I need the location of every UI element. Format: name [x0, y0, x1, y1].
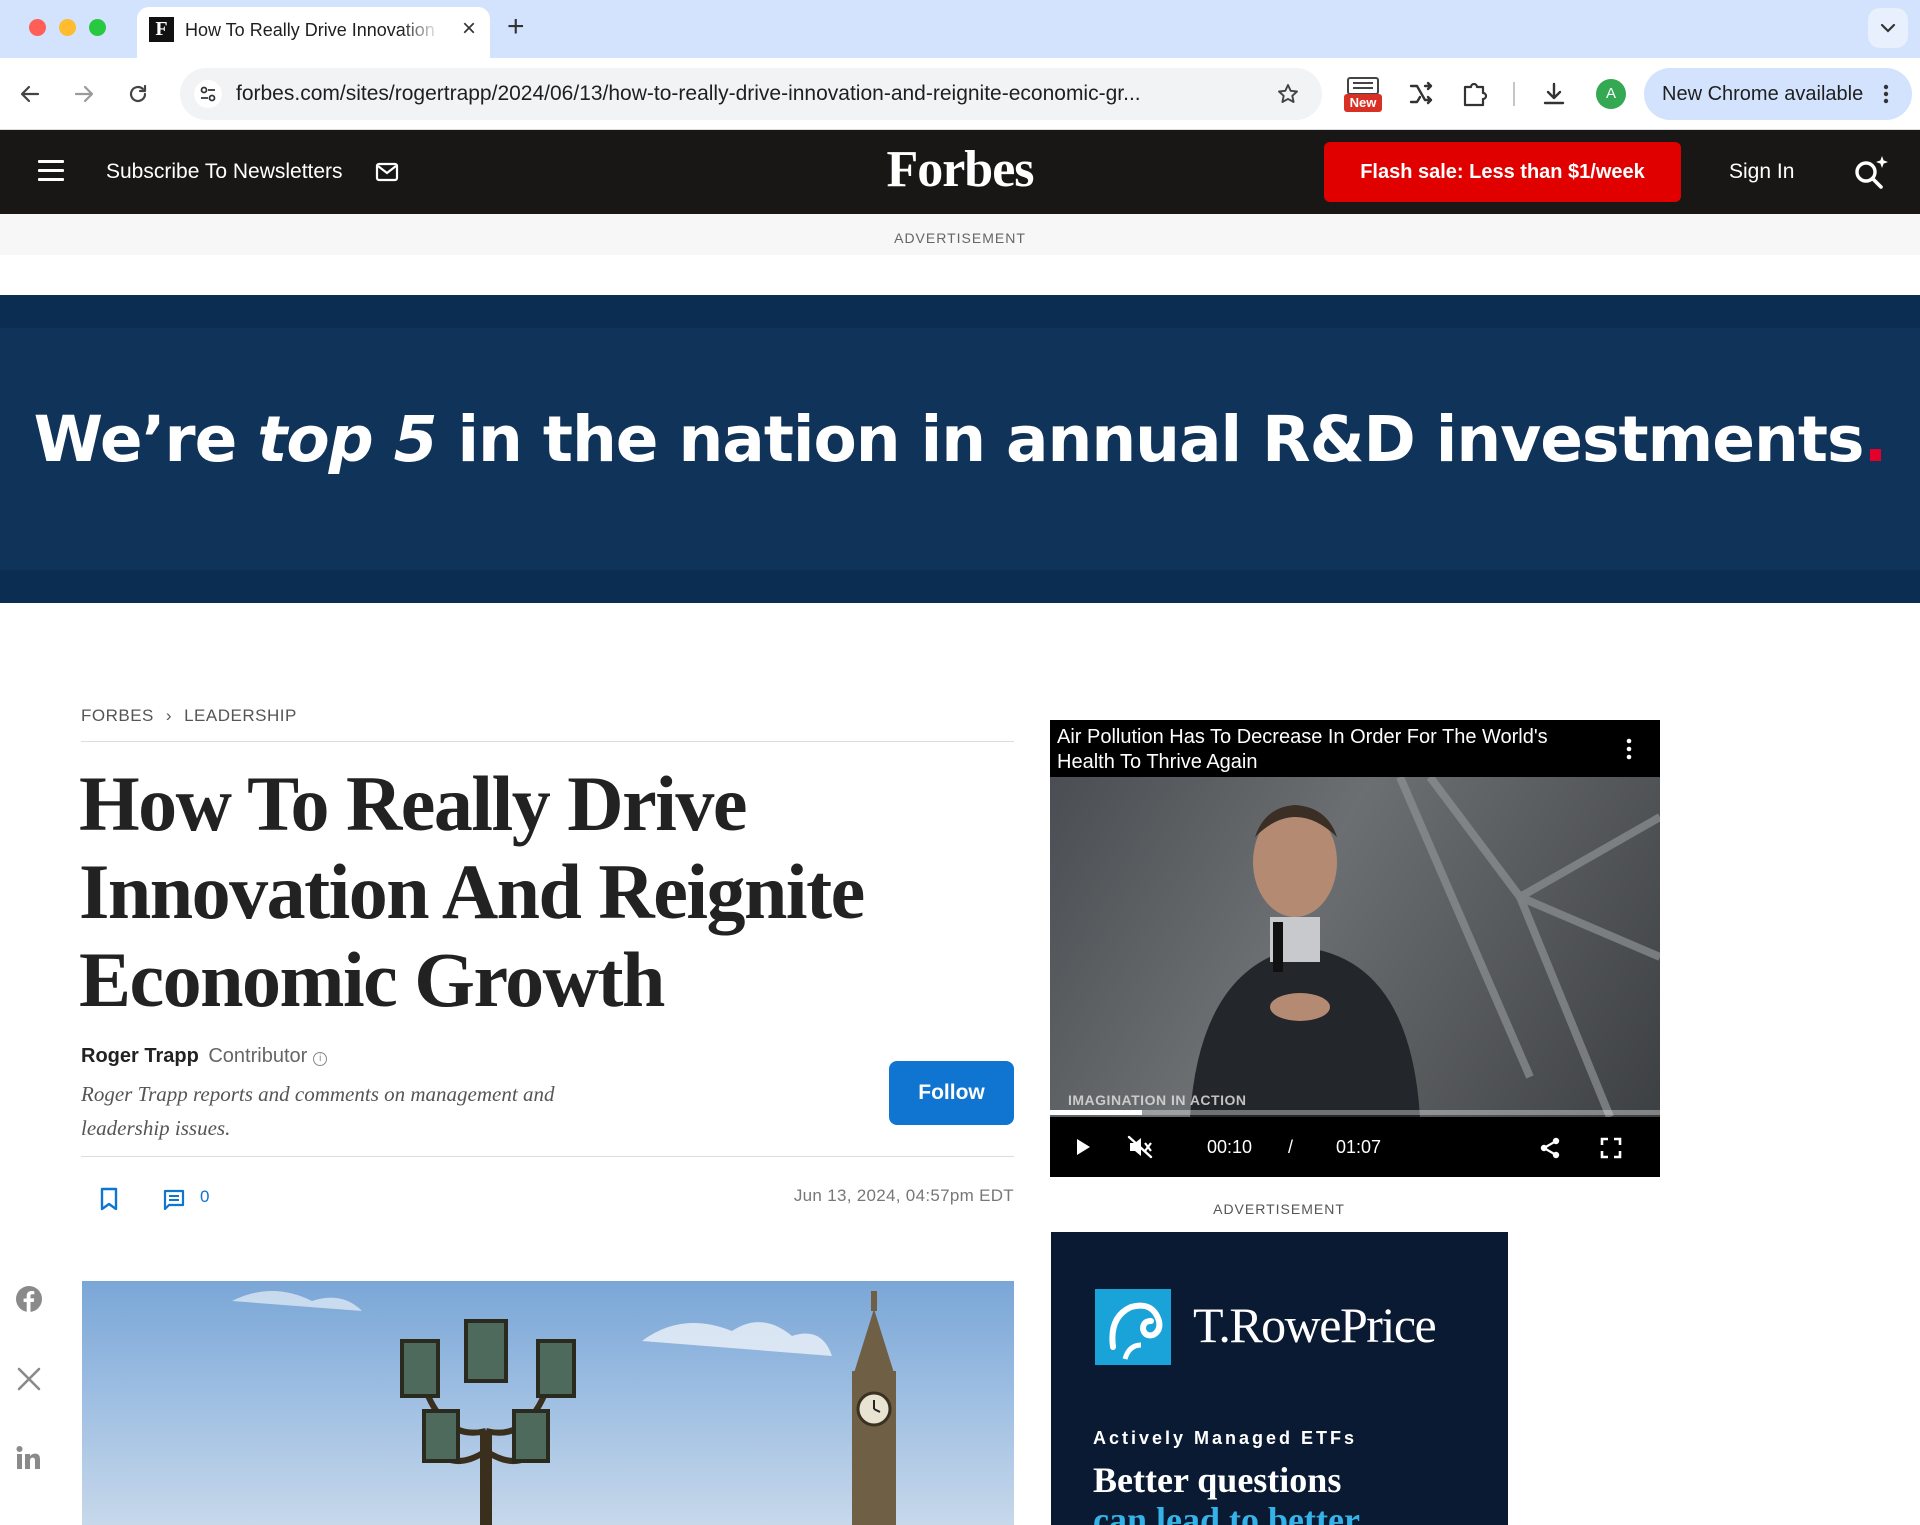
advertisement-label: ADVERTISEMENT: [894, 230, 1026, 246]
video-time-separator: /: [1288, 1137, 1294, 1157]
article-headline: How To Really Drive Innovation And Reign…: [79, 760, 865, 1023]
forbes-favicon-icon: F: [149, 17, 174, 42]
video-controls: 00:10 / 01:07: [1050, 1117, 1660, 1177]
arrow-right-icon: [74, 85, 94, 103]
chevron-down-icon: [1880, 23, 1896, 33]
chrome-update-button[interactable]: New Chrome available: [1644, 68, 1912, 120]
menu-icon[interactable]: [38, 160, 64, 182]
extension-new-button[interactable]: New: [1344, 76, 1382, 112]
back-button[interactable]: [10, 74, 50, 114]
speaker-still: [1190, 777, 1660, 1117]
newspaper-icon: [1347, 77, 1379, 95]
breadcrumb-item-forbes[interactable]: FORBES: [81, 706, 154, 725]
toolbar-divider: [1513, 82, 1515, 106]
breadcrumb-item-leadership[interactable]: LEADERSHIP: [184, 706, 297, 725]
ad-side-banner[interactable]: T.RowePrice Actively Managed ETFs Better…: [1051, 1232, 1508, 1525]
muted-icon[interactable]: [1127, 1135, 1153, 1159]
author-divider: [81, 1156, 1014, 1157]
author-name[interactable]: Roger Trapp: [81, 1045, 199, 1067]
ad-headline-pre: We’re: [33, 403, 258, 476]
subscribe-newsletters-link[interactable]: Subscribe To Newsletters: [106, 130, 343, 214]
flash-sale-button[interactable]: Flash sale: Less than $1/week: [1324, 142, 1681, 202]
url-text[interactable]: forbes.com/sites/rogertrapp/2024/06/13/h…: [236, 68, 1246, 120]
video-title[interactable]: Air Pollution Has To Decrease In Order F…: [1057, 725, 1577, 775]
author-line: Roger Trapp Contributor i: [81, 1045, 328, 1068]
reload-icon: [129, 84, 147, 103]
window-close-button[interactable]: [29, 19, 46, 36]
address-bar[interactable]: forbes.com/sites/rogertrapp/2024/06/13/h…: [180, 68, 1322, 120]
site-settings-button[interactable]: [194, 80, 222, 108]
comment-icon[interactable]: [162, 1188, 186, 1212]
video-caption: IMAGINATION IN ACTION: [1068, 1092, 1247, 1108]
mail-icon[interactable]: [375, 161, 399, 183]
bighorn-ram-logo-icon: [1095, 1289, 1171, 1365]
tab-close-icon[interactable]: ×: [462, 15, 476, 43]
profile-avatar[interactable]: A: [1596, 79, 1626, 109]
update-label: New Chrome available: [1662, 83, 1864, 105]
ad-brand-name: T.RowePrice: [1193, 1297, 1437, 1353]
westminster-illustration: [232, 1291, 896, 1525]
linkedin-icon[interactable]: [14, 1443, 44, 1473]
ad-kicker: Actively Managed ETFs: [1093, 1428, 1358, 1448]
search-sparkle-icon[interactable]: [1850, 152, 1892, 194]
video-frame[interactable]: [1050, 777, 1660, 1117]
new-tab-icon[interactable]: +: [507, 12, 525, 42]
window-zoom-button[interactable]: [89, 19, 106, 36]
breadcrumb: FORBES › LEADERSHIP: [81, 706, 297, 726]
author-bio: Roger Trapp reports and comments on mana…: [81, 1082, 555, 1140]
author-role: Contributor: [208, 1045, 308, 1067]
article-date: Jun 13, 2024, 04:57pm EDT: [793, 1186, 1014, 1205]
share-icon[interactable]: [1538, 1136, 1562, 1160]
more-vert-icon[interactable]: [1626, 738, 1632, 760]
tab-title: How To Really Drive Innovation And Reign…: [185, 20, 440, 40]
more-vert-icon: [1883, 84, 1889, 104]
video-player[interactable]: Air Pollution Has To Decrease In Order F…: [1050, 720, 1660, 1177]
video-current-time: 00:10: [1207, 1137, 1253, 1157]
forward-button[interactable]: [64, 74, 104, 114]
page: F How To Really Drive Innovation And Rei…: [0, 0, 1920, 1525]
video-progress-bar[interactable]: [1050, 1110, 1660, 1115]
extension-badge: New: [1344, 94, 1382, 112]
ad-banner-headline[interactable]: We’re top 5 in the nation in annual R&D …: [0, 395, 1920, 485]
forbes-logo[interactable]: Forbes: [840, 138, 1080, 202]
ad-headline-em: top 5: [257, 403, 437, 476]
comment-count[interactable]: 0: [200, 1187, 209, 1207]
tab-search-button[interactable]: [1868, 8, 1908, 48]
download-icon[interactable]: [1536, 76, 1572, 112]
ad-headline-dot: .: [1863, 403, 1887, 476]
bookmark-star-icon[interactable]: [1276, 82, 1300, 106]
bookmark-icon[interactable]: [98, 1186, 120, 1212]
tune-icon: [200, 86, 216, 102]
ad-headline-post: in the nation in annual R&D investments: [436, 403, 1864, 476]
sign-in-link[interactable]: Sign In: [1729, 130, 1794, 214]
extension-fork-icon[interactable]: [1403, 76, 1439, 112]
browser-tab-active[interactable]: F How To Really Drive Innovation And Rei…: [137, 7, 490, 58]
info-icon[interactable]: i: [313, 1052, 328, 1066]
facebook-icon[interactable]: [14, 1284, 44, 1314]
play-icon[interactable]: [1074, 1138, 1092, 1156]
ad-copy-line1: Better questions: [1093, 1460, 1342, 1500]
window-minimize-button[interactable]: [59, 19, 76, 36]
chevron-right-icon: ›: [165, 706, 173, 725]
browser-tabstrip: F How To Really Drive Innovation And Rei…: [0, 0, 1920, 58]
reload-button[interactable]: [118, 74, 158, 114]
arrow-left-icon: [20, 85, 40, 103]
follow-button[interactable]: Follow: [889, 1061, 1014, 1125]
article-hero-image: [82, 1281, 1014, 1525]
x-twitter-icon[interactable]: [14, 1364, 44, 1394]
extensions-puzzle-icon[interactable]: [1456, 76, 1492, 112]
advertisement-label-side: ADVERTISEMENT: [1213, 1201, 1345, 1217]
browser-toolbar: forbes.com/sites/rogertrapp/2024/06/13/h…: [0, 58, 1920, 130]
video-progress-fill: [1050, 1110, 1142, 1115]
fullscreen-icon[interactable]: [1600, 1137, 1622, 1159]
breadcrumb-divider: [81, 741, 1014, 742]
video-duration: 01:07: [1336, 1137, 1382, 1157]
ad-copy-line2: can lead to better: [1093, 1500, 1360, 1525]
site-header: Subscribe To Newsletters Forbes Flash sa…: [0, 130, 1920, 214]
